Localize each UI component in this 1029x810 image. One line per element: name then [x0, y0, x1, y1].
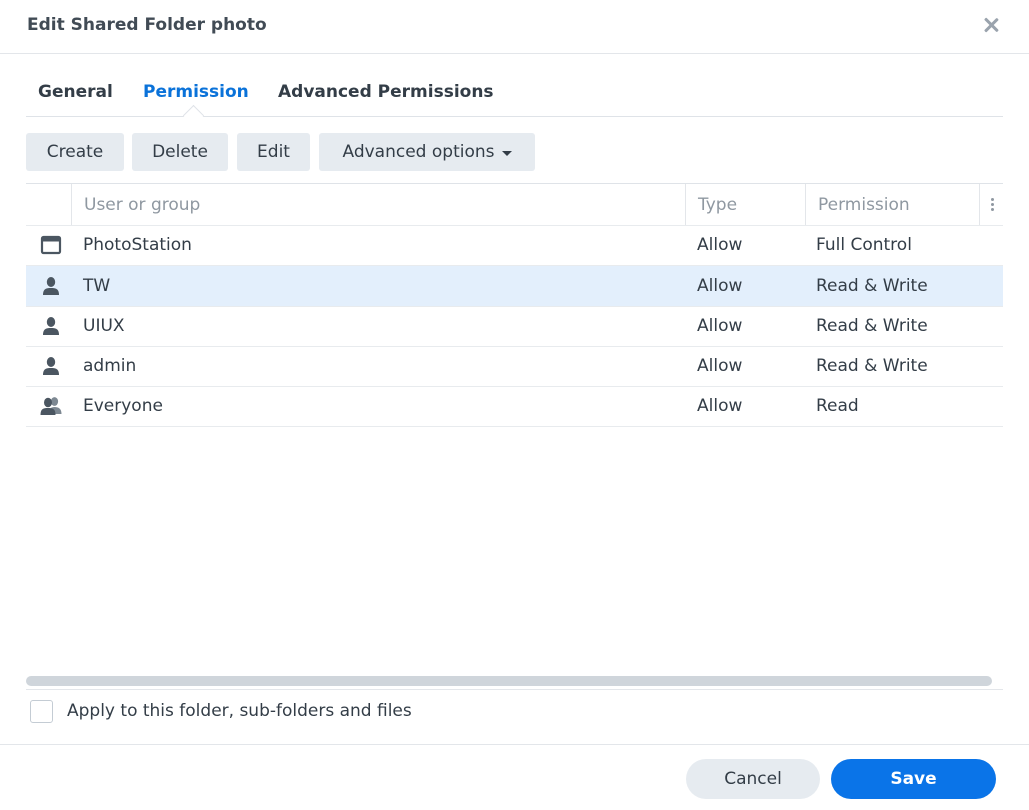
column-header-user-or-group[interactable]: User or group [71, 184, 685, 225]
edit-button-label: Edit [257, 142, 290, 162]
advanced-options-label: Advanced options [342, 142, 495, 162]
table-row[interactable]: admin Allow Read & Write [26, 346, 1003, 387]
row-permission: Read & Write [816, 316, 928, 336]
row-type: Allow [697, 316, 743, 336]
row-permission: Full Control [816, 235, 912, 255]
table-row[interactable]: UIUX Allow Read & Write [26, 306, 1003, 347]
row-user-name: PhotoStation [83, 235, 192, 255]
table-header: User or group Type Permission [26, 183, 1003, 226]
close-icon[interactable] [980, 14, 1002, 36]
table-row[interactable]: Everyone Allow Read [26, 386, 1003, 427]
row-type: Allow [697, 235, 743, 255]
user-icon [43, 317, 59, 335]
column-header-permission[interactable]: Permission [805, 184, 979, 225]
apply-to-subfolders-checkbox[interactable] [30, 700, 53, 723]
divider [26, 689, 1003, 690]
horizontal-scrollbar[interactable] [26, 676, 992, 686]
table-row[interactable]: TW Allow Read & Write [26, 266, 1003, 307]
cancel-button-label: Cancel [724, 769, 782, 789]
tab-permission[interactable]: Permission [143, 82, 249, 102]
row-type: Allow [697, 396, 743, 416]
delete-button[interactable]: Delete [132, 133, 228, 171]
row-user-name: UIUX [83, 316, 125, 336]
row-type: Allow [697, 276, 743, 296]
edit-shared-folder-dialog: Edit Shared Folder photo General Permiss… [0, 0, 1029, 809]
dialog-titlebar: Edit Shared Folder photo [0, 0, 1029, 54]
user-icon [43, 357, 59, 375]
user-icon [43, 277, 59, 295]
tab-general[interactable]: General [38, 82, 113, 102]
advanced-options-button[interactable]: Advanced options [319, 133, 535, 171]
row-user-name: admin [83, 356, 137, 376]
save-button[interactable]: Save [831, 759, 996, 799]
row-permission: Read & Write [816, 356, 928, 376]
group-icon [40, 397, 62, 415]
active-tab-indicator [182, 104, 205, 127]
table-row[interactable]: PhotoStation Allow Full Control [26, 225, 1003, 266]
row-type: Allow [697, 356, 743, 376]
create-button-label: Create [46, 142, 104, 162]
edit-button[interactable]: Edit [237, 133, 310, 171]
row-user-name: TW [83, 276, 111, 296]
create-button[interactable]: Create [26, 133, 124, 171]
dialog-title: Edit Shared Folder photo [27, 15, 267, 35]
delete-button-label: Delete [152, 142, 208, 162]
cancel-button[interactable]: Cancel [686, 759, 820, 799]
column-header-type[interactable]: Type [685, 184, 805, 225]
row-permission: Read [816, 396, 859, 416]
dialog-footer: Cancel Save [0, 744, 1029, 810]
tab-bar: General Permission Advanced Permissions [26, 70, 1003, 127]
apply-to-subfolders-label: Apply to this folder, sub-folders and fi… [67, 701, 412, 721]
column-menu-icon[interactable] [979, 184, 1004, 225]
row-permission: Read & Write [816, 276, 928, 296]
permission-table: User or group Type Permission PhotoStati… [26, 183, 1003, 427]
application-icon [40, 235, 62, 255]
tab-advanced-permissions[interactable]: Advanced Permissions [278, 82, 494, 102]
save-button-label: Save [890, 769, 937, 789]
row-user-name: Everyone [83, 396, 163, 416]
caret-down-icon [501, 150, 512, 156]
